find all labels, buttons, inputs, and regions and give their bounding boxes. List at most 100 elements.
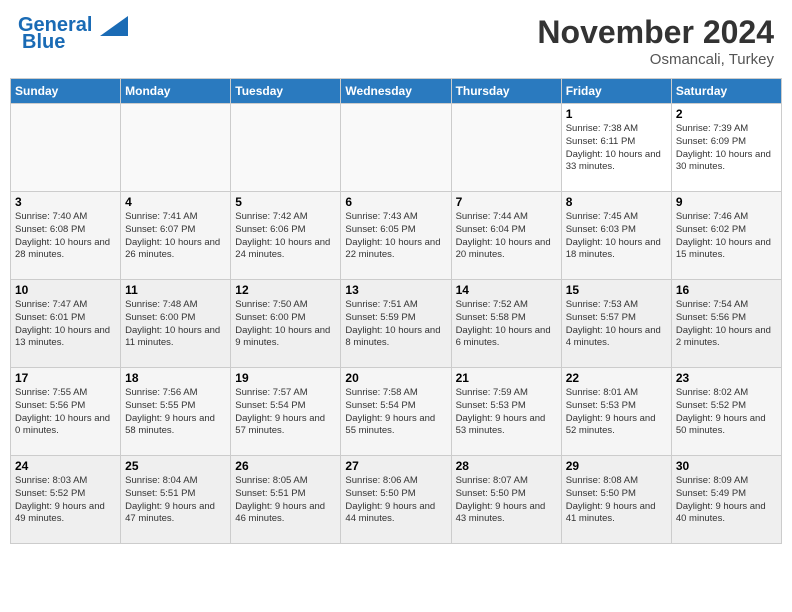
day-number: 10 — [15, 283, 116, 297]
day-number: 9 — [676, 195, 777, 209]
day-info: Sunrise: 8:07 AMSunset: 5:50 PMDaylight:… — [456, 475, 557, 526]
day-info: Sunrise: 7:41 AMSunset: 6:07 PMDaylight:… — [125, 211, 226, 262]
calendar-week-row: 3 Sunrise: 7:40 AMSunset: 6:08 PMDaylight… — [11, 192, 782, 280]
calendar-week-row: 17 Sunrise: 7:55 AMSunset: 5:56 PMDayligh… — [11, 368, 782, 456]
day-number: 15 — [566, 283, 667, 297]
calendar-cell — [121, 104, 231, 192]
calendar-cell: 1Sunrise: 7:38 AMSunset: 6:11 PMDaylight… — [561, 104, 671, 192]
weekday-header-wednesday: Wednesday — [341, 79, 451, 104]
day-number: 21 — [456, 371, 557, 385]
day-number: 19 — [235, 371, 336, 385]
day-info: Sunrise: 8:09 AMSunset: 5:49 PMDaylight:… — [676, 475, 777, 526]
location-title: Osmancali, Turkey — [537, 51, 774, 68]
calendar-cell: 28 Sunrise: 8:07 AMSunset: 5:50 PMDayligh… — [451, 456, 561, 544]
day-info: Sunrise: 8:06 AMSunset: 5:50 PMDaylight:… — [345, 475, 446, 526]
weekday-header-thursday: Thursday — [451, 79, 561, 104]
day-info: Sunrise: 7:40 AMSunset: 6:08 PMDaylight:… — [15, 211, 116, 262]
day-info: Sunrise: 7:53 AMSunset: 5:57 PMDaylight:… — [566, 299, 667, 350]
day-number: 25 — [125, 459, 226, 473]
calendar-cell: 6 Sunrise: 7:43 AMSunset: 6:05 PMDaylight… — [341, 192, 451, 280]
calendar-cell: 27 Sunrise: 8:06 AMSunset: 5:50 PMDayligh… — [341, 456, 451, 544]
calendar-week-row: 10Sunrise: 7:47 AMSunset: 6:01 PMDayligh… — [11, 280, 782, 368]
day-info: Sunrise: 7:58 AMSunset: 5:54 PMDaylight:… — [345, 387, 446, 438]
day-info: Sunrise: 7:51 AMSunset: 5:59 PMDaylight:… — [345, 299, 446, 350]
day-info: Sunrise: 7:38 AMSunset: 6:11 PMDaylight:… — [566, 123, 667, 174]
day-number: 30 — [676, 459, 777, 473]
day-info: Sunrise: 7:55 AMSunset: 5:56 PMDaylight:… — [15, 387, 116, 438]
calendar-cell — [11, 104, 121, 192]
day-info: Sunrise: 7:59 AMSunset: 5:53 PMDaylight:… — [456, 387, 557, 438]
calendar-table: SundayMondayTuesdayWednesdayThursdayFrid… — [10, 78, 782, 544]
day-number: 28 — [456, 459, 557, 473]
day-info: Sunrise: 7:48 AMSunset: 6:00 PMDaylight:… — [125, 299, 226, 350]
calendar-cell: 13 Sunrise: 7:51 AMSunset: 5:59 PMDayligh… — [341, 280, 451, 368]
weekday-header-monday: Monday — [121, 79, 231, 104]
calendar-cell: 19 Sunrise: 7:57 AMSunset: 5:54 PMDayligh… — [231, 368, 341, 456]
calendar-cell: 24Sunrise: 8:03 AMSunset: 5:52 PMDayligh… — [11, 456, 121, 544]
day-number: 16 — [676, 283, 777, 297]
calendar-cell: 3 Sunrise: 7:40 AMSunset: 6:08 PMDaylight… — [11, 192, 121, 280]
day-number: 2 — [676, 107, 777, 121]
calendar-cell — [451, 104, 561, 192]
day-info: Sunrise: 7:44 AMSunset: 6:04 PMDaylight:… — [456, 211, 557, 262]
day-info: Sunrise: 8:01 AMSunset: 5:53 PMDaylight:… — [566, 387, 667, 438]
day-number: 20 — [345, 371, 446, 385]
day-info: Sunrise: 7:52 AMSunset: 5:58 PMDaylight:… — [456, 299, 557, 350]
day-number: 8 — [566, 195, 667, 209]
calendar-cell: 5 Sunrise: 7:42 AMSunset: 6:06 PMDaylight… — [231, 192, 341, 280]
day-info: Sunrise: 8:04 AMSunset: 5:51 PMDaylight:… — [125, 475, 226, 526]
weekday-header-row: SundayMondayTuesdayWednesdayThursdayFrid… — [11, 79, 782, 104]
weekday-header-friday: Friday — [561, 79, 671, 104]
calendar-cell — [341, 104, 451, 192]
day-number: 29 — [566, 459, 667, 473]
weekday-header-tuesday: Tuesday — [231, 79, 341, 104]
calendar-cell: 15 Sunrise: 7:53 AMSunset: 5:57 PMDayligh… — [561, 280, 671, 368]
day-number: 27 — [345, 459, 446, 473]
day-number: 17 — [15, 371, 116, 385]
day-info: Sunrise: 7:57 AMSunset: 5:54 PMDaylight:… — [235, 387, 336, 438]
day-info: Sunrise: 7:45 AMSunset: 6:03 PMDaylight:… — [566, 211, 667, 262]
day-info: Sunrise: 7:54 AMSunset: 5:56 PMDaylight:… — [676, 299, 777, 350]
day-number: 13 — [345, 283, 446, 297]
calendar-cell: 11 Sunrise: 7:48 AMSunset: 6:00 PMDayligh… — [121, 280, 231, 368]
weekday-header-saturday: Saturday — [671, 79, 781, 104]
calendar-cell: 25 Sunrise: 8:04 AMSunset: 5:51 PMDayligh… — [121, 456, 231, 544]
calendar-cell: 30 Sunrise: 8:09 AMSunset: 5:49 PMDayligh… — [671, 456, 781, 544]
page-header: General Blue November 2024 Osmancali, Tu… — [10, 10, 782, 72]
day-info: Sunrise: 7:39 AMSunset: 6:09 PMDaylight:… — [676, 123, 777, 174]
month-title: November 2024 — [537, 14, 774, 51]
day-number: 4 — [125, 195, 226, 209]
calendar-week-row: 1Sunrise: 7:38 AMSunset: 6:11 PMDaylight… — [11, 104, 782, 192]
calendar-cell: 26 Sunrise: 8:05 AMSunset: 5:51 PMDayligh… — [231, 456, 341, 544]
day-info: Sunrise: 8:08 AMSunset: 5:50 PMDaylight:… — [566, 475, 667, 526]
calendar-cell: 8 Sunrise: 7:45 AMSunset: 6:03 PMDaylight… — [561, 192, 671, 280]
day-info: Sunrise: 7:42 AMSunset: 6:06 PMDaylight:… — [235, 211, 336, 262]
day-info: Sunrise: 7:46 AMSunset: 6:02 PMDaylight:… — [676, 211, 777, 262]
day-number: 6 — [345, 195, 446, 209]
calendar-cell: 18Sunrise: 7:56 AMSunset: 5:55 PMDayligh… — [121, 368, 231, 456]
calendar-cell: 2 Sunrise: 7:39 AMSunset: 6:09 PMDaylight… — [671, 104, 781, 192]
calendar-cell: 12Sunrise: 7:50 AMSunset: 6:00 PMDayligh… — [231, 280, 341, 368]
day-number: 22 — [566, 371, 667, 385]
day-number: 18 — [125, 371, 226, 385]
calendar-cell: 7 Sunrise: 7:44 AMSunset: 6:04 PMDaylight… — [451, 192, 561, 280]
day-number: 5 — [235, 195, 336, 209]
day-info: Sunrise: 8:05 AMSunset: 5:51 PMDaylight:… — [235, 475, 336, 526]
day-info: Sunrise: 7:43 AMSunset: 6:05 PMDaylight:… — [345, 211, 446, 262]
calendar-cell: 23 Sunrise: 8:02 AMSunset: 5:52 PMDayligh… — [671, 368, 781, 456]
day-number: 23 — [676, 371, 777, 385]
calendar-cell: 29 Sunrise: 8:08 AMSunset: 5:50 PMDayligh… — [561, 456, 671, 544]
day-number: 26 — [235, 459, 336, 473]
calendar-cell: 9 Sunrise: 7:46 AMSunset: 6:02 PMDaylight… — [671, 192, 781, 280]
day-info: Sunrise: 7:50 AMSunset: 6:00 PMDaylight:… — [235, 299, 336, 350]
calendar-cell: 10Sunrise: 7:47 AMSunset: 6:01 PMDayligh… — [11, 280, 121, 368]
logo-blue-text: Blue — [22, 31, 65, 54]
day-number: 3 — [15, 195, 116, 209]
weekday-header-sunday: Sunday — [11, 79, 121, 104]
calendar-cell: 22 Sunrise: 8:01 AMSunset: 5:53 PMDayligh… — [561, 368, 671, 456]
calendar-cell: 20 Sunrise: 7:58 AMSunset: 5:54 PMDayligh… — [341, 368, 451, 456]
day-number: 7 — [456, 195, 557, 209]
day-info: Sunrise: 8:02 AMSunset: 5:52 PMDaylight:… — [676, 387, 777, 438]
day-info: Sunrise: 8:03 AMSunset: 5:52 PMDaylight:… — [15, 475, 116, 526]
day-number: 11 — [125, 283, 226, 297]
